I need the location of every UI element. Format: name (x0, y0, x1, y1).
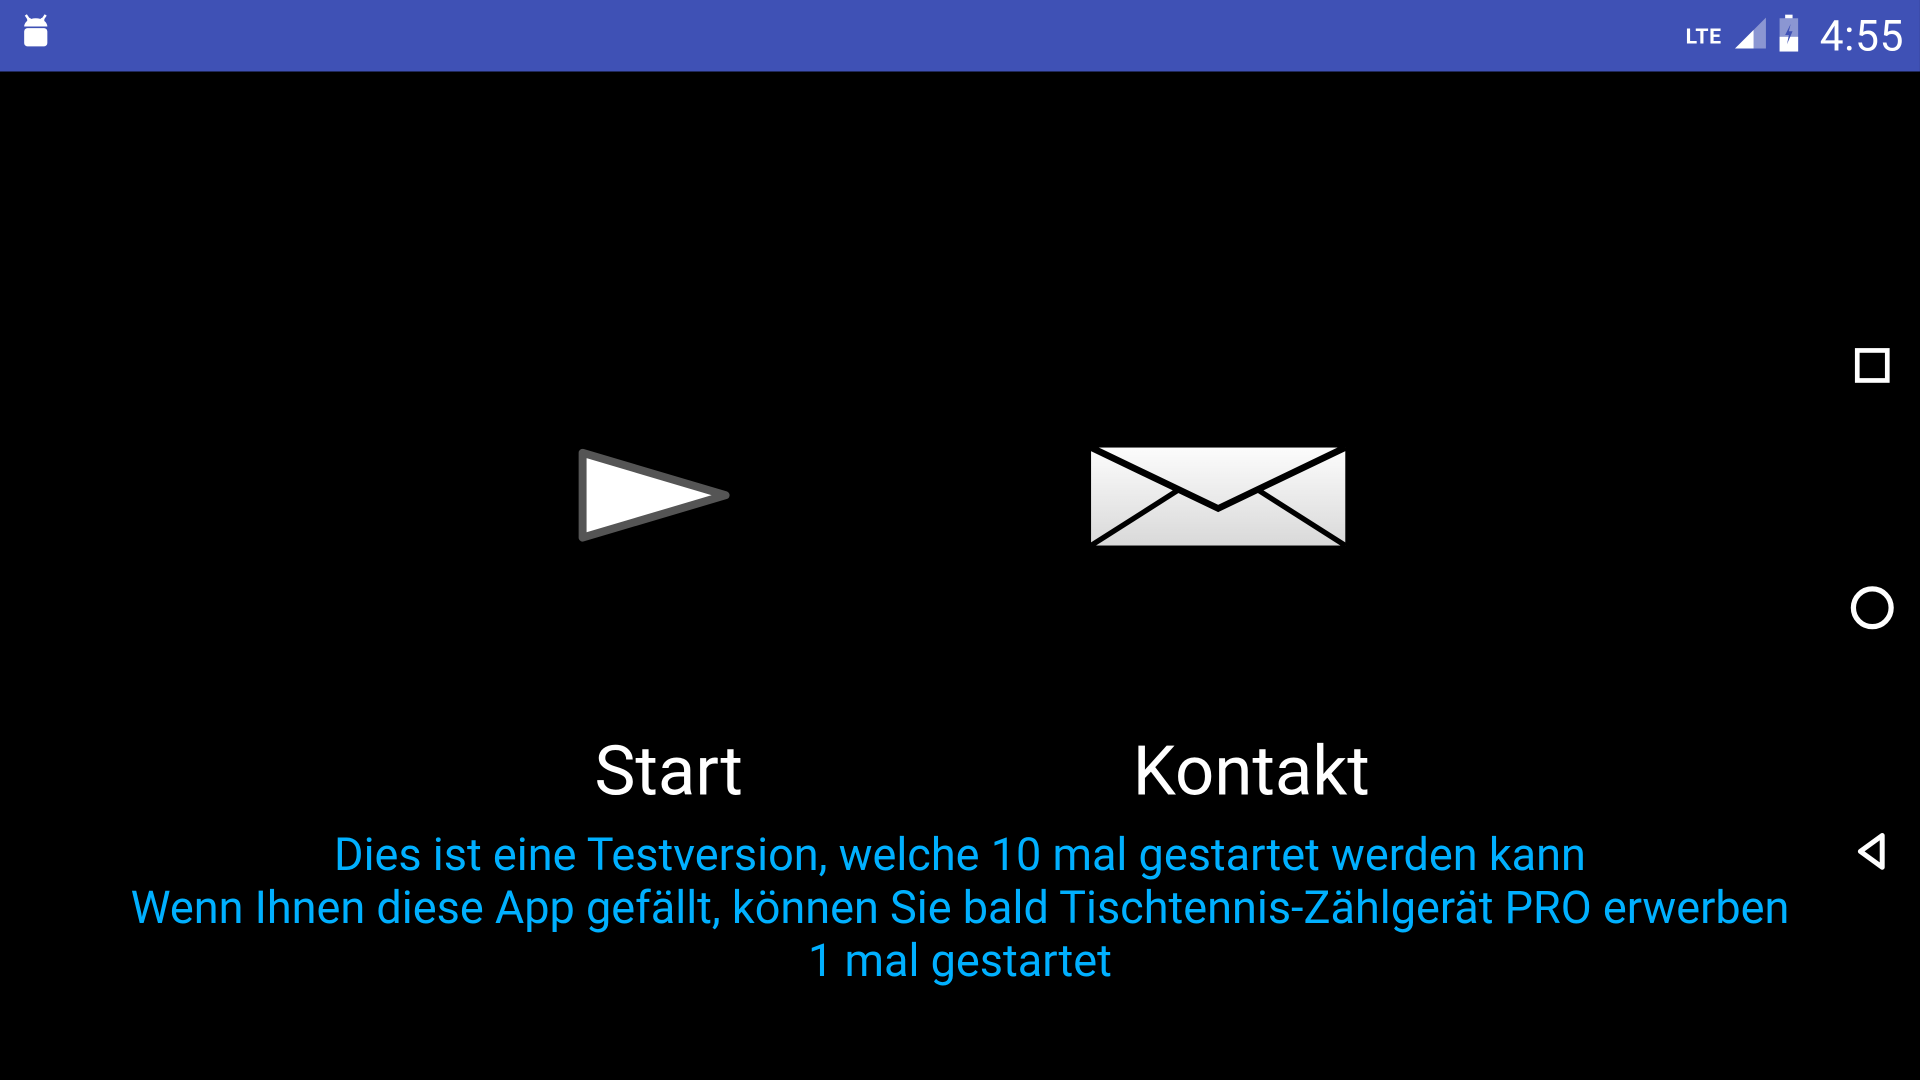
info-line-1: Dies ist eine Testversion, welche 10 mal… (93, 829, 1828, 882)
envelope-icon (1086, 442, 1351, 556)
info-line-3: 1 mal gestartet (93, 935, 1828, 988)
back-button[interactable] (1848, 827, 1896, 880)
battery-icon (1777, 15, 1801, 57)
android-robot-icon (16, 13, 56, 58)
info-text: Dies ist eine Testversion, welche 10 mal… (0, 829, 1920, 988)
kontakt-button[interactable] (1086, 442, 1351, 566)
start-label: Start (510, 731, 828, 812)
network-type-label: LTE (1686, 23, 1722, 48)
recent-apps-button[interactable] (1850, 343, 1895, 393)
android-status-bar: LTE 4:55 (0, 0, 1920, 72)
play-icon (569, 442, 741, 566)
info-line-2: Wenn Ihnen diese App gefällt, können Sie… (93, 882, 1828, 935)
clock-label: 4:55 (1820, 11, 1904, 61)
home-button[interactable] (1847, 583, 1897, 639)
start-button[interactable] (569, 442, 741, 566)
signal-icon (1732, 15, 1769, 57)
android-nav-bar (1825, 143, 1920, 1080)
kontakt-label: Kontakt (1092, 731, 1410, 812)
app-content: Start Kontakt Dies ist eine Testversion,… (0, 72, 1920, 1080)
